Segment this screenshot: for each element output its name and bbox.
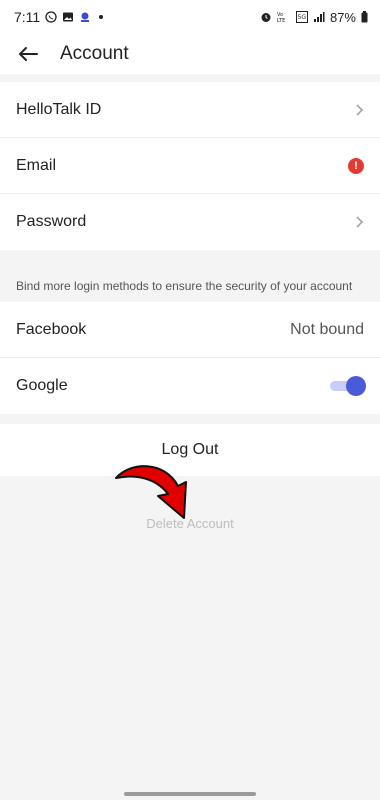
back-button[interactable] [0, 34, 56, 74]
google-row: Google [0, 358, 380, 414]
delete-account-link[interactable]: Delete Account [0, 516, 380, 531]
signal-icon [313, 12, 325, 22]
row-label: Password [16, 213, 87, 230]
row-right: Not bound [290, 321, 364, 339]
volte-icon: VoLTE [277, 12, 285, 23]
alert-icon: ! [348, 157, 364, 174]
toggle-knob [346, 376, 366, 396]
bind-hint: Bind more login methods to ensure the se… [16, 279, 353, 293]
row-right [354, 215, 364, 229]
chevron-right-icon [356, 216, 364, 228]
notification-dot [99, 15, 104, 19]
row-right: ! [348, 157, 364, 174]
back-arrow-icon [19, 47, 38, 61]
row-label: Email [16, 156, 57, 174]
5g-icon: 5G [295, 11, 308, 23]
row-label: Google [16, 377, 68, 394]
account-group: HelloTalk ID Email ! Password [0, 82, 380, 250]
password-row[interactable]: Password [0, 194, 380, 250]
google-toggle[interactable] [330, 376, 366, 396]
whatsapp-icon [45, 11, 57, 23]
chevron-right-icon [356, 103, 364, 116]
battery-icon [361, 11, 368, 23]
facebook-status: Not bound [290, 320, 364, 338]
row-label: HelloTalk ID [16, 100, 102, 118]
row-right [354, 103, 364, 117]
hellotalk-id-row[interactable]: HelloTalk ID [0, 82, 380, 138]
svg-text:5G: 5G [297, 14, 306, 21]
row-right [330, 376, 366, 396]
status-bar: 7:11 Vo LTE 5G 87% [0, 0, 380, 34]
alarm-icon [261, 13, 271, 22]
status-left: 7:11 [14, 9, 104, 25]
battery-percent: 87% [329, 9, 356, 25]
app-icon [81, 12, 90, 22]
svg-text:LTE: LTE [277, 18, 285, 23]
page-title: Account [60, 43, 129, 64]
status-right: Vo LTE 5G 87% [260, 10, 368, 25]
status-time: 7:11 [14, 9, 41, 25]
image-icon [63, 12, 74, 22]
header: Account [0, 34, 380, 74]
facebook-row[interactable]: Facebook Not bound [0, 302, 380, 358]
login-methods-group: Facebook Not bound Google [0, 302, 380, 414]
row-label: Facebook [16, 320, 87, 338]
home-indicator[interactable] [124, 792, 256, 796]
email-row[interactable]: Email ! [0, 138, 380, 194]
